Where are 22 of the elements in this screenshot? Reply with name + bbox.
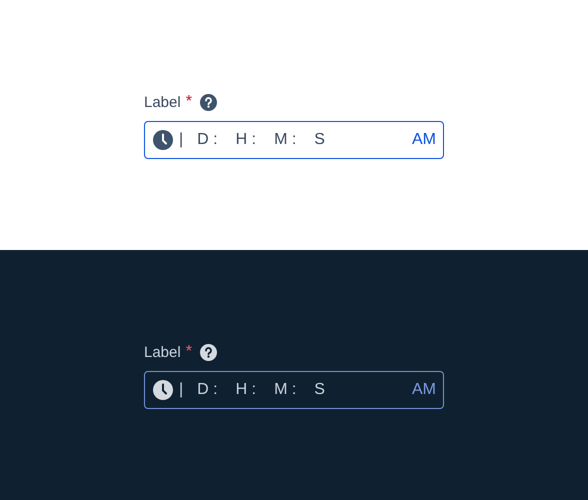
- text-cursor: |: [179, 131, 184, 149]
- help-icon[interactable]: [200, 344, 217, 360]
- period-toggle[interactable]: AM: [412, 131, 436, 149]
- segment-label: H :: [236, 381, 256, 399]
- segment-label: D :: [197, 381, 218, 399]
- field-label: Label: [144, 344, 181, 360]
- period-toggle[interactable]: AM: [412, 381, 436, 399]
- segment-label: M :: [274, 131, 296, 149]
- segment-label: S: [314, 131, 325, 149]
- time-input-field[interactable]: | D : H : M : S AM: [144, 371, 444, 409]
- segment-label: S: [314, 381, 325, 399]
- field-label: Label: [144, 94, 181, 110]
- segment-label: H :: [236, 131, 256, 149]
- time-input-field[interactable]: | D : H : M : S AM: [144, 121, 444, 159]
- segment-label: M :: [274, 381, 296, 399]
- segment-label: D :: [197, 131, 218, 149]
- required-mark: *: [186, 93, 192, 111]
- clock-icon: [153, 380, 173, 400]
- text-cursor: |: [179, 381, 184, 399]
- required-mark: *: [186, 343, 192, 361]
- clock-icon: [153, 130, 173, 150]
- help-icon[interactable]: [200, 94, 217, 110]
